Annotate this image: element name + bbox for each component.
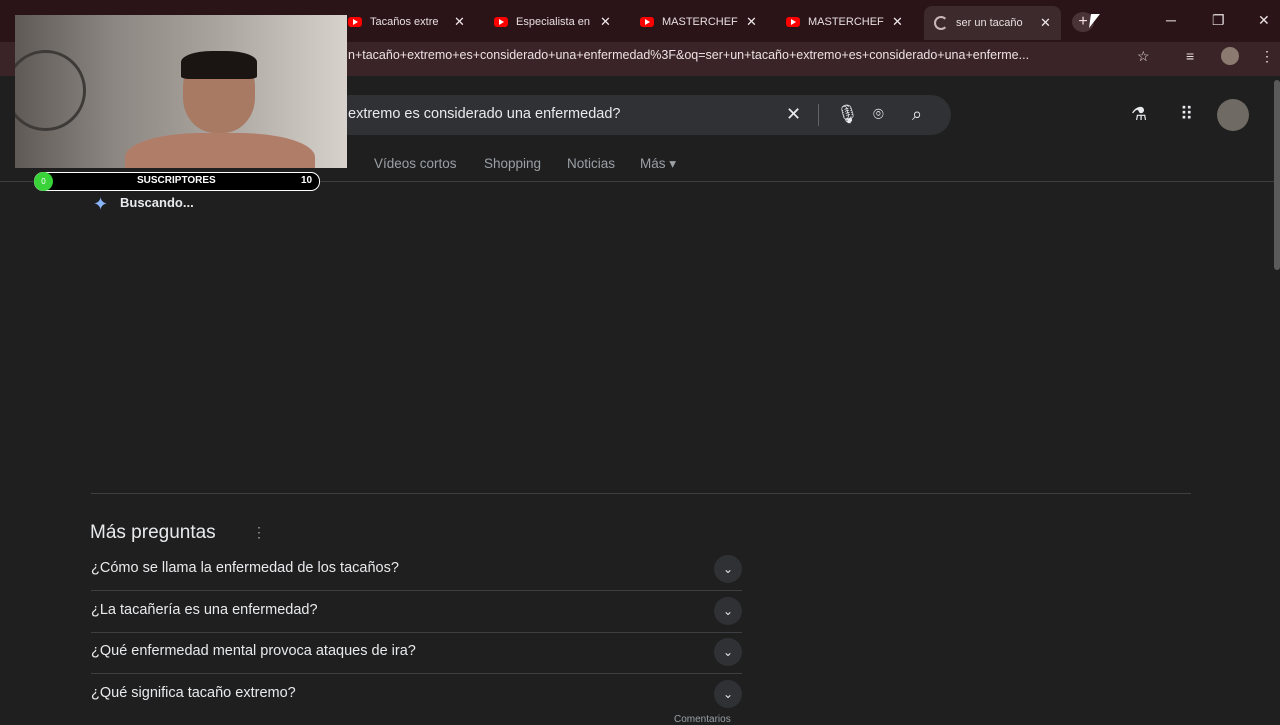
tab-videos-cortos[interactable]: Vídeos cortos — [374, 156, 457, 171]
account-avatar[interactable] — [1217, 99, 1249, 131]
close-window-button[interactable]: ✕ — [1258, 12, 1270, 29]
question-item[interactable]: ¿La tacañería es una enfermedad? ⌄ — [91, 591, 742, 633]
close-tab-icon[interactable]: ✕ — [600, 14, 611, 30]
browser-tab[interactable]: MASTERCHEF ✕ — [786, 10, 903, 34]
labs-flask-icon[interactable]: ⚗ — [1131, 104, 1147, 125]
youtube-icon — [494, 17, 508, 27]
search-icon[interactable]: ⌕ — [912, 104, 922, 125]
section-divider — [91, 493, 1191, 494]
youtube-icon — [640, 17, 654, 27]
tab-shopping[interactable]: Shopping — [484, 156, 541, 171]
minimize-button[interactable]: ─ — [1166, 12, 1176, 28]
loading-spinner-icon — [934, 16, 948, 30]
close-tab-icon[interactable]: ✕ — [1040, 15, 1051, 31]
question-text: ¿La tacañería es una enfermedad? — [91, 602, 318, 618]
apps-grid-icon[interactable]: ⠿ — [1180, 104, 1193, 125]
streamer-headset — [181, 51, 257, 79]
close-tab-icon[interactable]: ✕ — [892, 14, 903, 30]
chevron-down-icon[interactable]: ⌄ — [714, 638, 742, 666]
question-text: ¿Qué significa tacaño extremo? — [91, 685, 296, 701]
lens-camera-icon[interactable]: ⌾ — [873, 104, 884, 125]
close-tab-icon[interactable]: ✕ — [746, 14, 757, 30]
youtube-icon — [786, 17, 800, 27]
browser-tab[interactable]: Especialista en ✕ — [494, 10, 611, 34]
tab-mas[interactable]: Más ▾ — [640, 156, 676, 172]
tab-title: Tacaños extre — [370, 16, 439, 28]
subscriber-progress-dot: 0 — [34, 172, 53, 191]
search-divider — [818, 104, 819, 126]
question-text: ¿Qué enfermedad mental provoca ataques d… — [91, 643, 416, 659]
ai-sparkle-icon: ✦ — [93, 194, 109, 214]
chevron-down-icon[interactable]: ⌄ — [714, 680, 742, 708]
youtube-icon — [348, 17, 362, 27]
browser-tab[interactable]: Tacaños extre ✕ — [348, 10, 465, 34]
more-options-icon[interactable]: ⋮ — [252, 524, 266, 541]
microphone-icon[interactable]: 🎙 — [836, 104, 859, 125]
tab-title: MASTERCHEF — [808, 16, 884, 28]
webcam-overlay — [15, 15, 347, 168]
browser-tab[interactable]: MASTERCHEF ✕ — [640, 10, 757, 34]
browser-menu-icon[interactable]: ⋮ — [1260, 48, 1274, 65]
streamer-figure — [125, 51, 315, 168]
tab-noticias[interactable]: Noticias — [567, 156, 615, 171]
question-item[interactable]: ¿Cómo se llama la enfermedad de los taca… — [91, 549, 742, 591]
media-queue-icon[interactable]: ≡ — [1186, 48, 1194, 64]
streamer-body — [125, 133, 315, 168]
chevron-down-icon[interactable]: ⌄ — [714, 555, 742, 583]
bookmark-star-icon[interactable]: ☆ — [1137, 48, 1150, 65]
restore-button[interactable]: ❐ — [1212, 12, 1225, 29]
clear-search-icon[interactable]: ✕ — [786, 104, 801, 125]
profile-avatar-small[interactable] — [1221, 47, 1239, 65]
tab-title: Especialista en — [516, 16, 590, 28]
ai-overview-status: Buscando... — [120, 195, 194, 210]
question-item[interactable]: ¿Qué enfermedad mental provoca ataques d… — [91, 632, 742, 674]
close-tab-icon[interactable]: ✕ — [454, 14, 465, 30]
subscriber-label: SUSCRIPTORES — [137, 175, 216, 186]
tab-title: ser un tacaño — [956, 17, 1023, 29]
browser-tab-active[interactable]: ser un tacaño ✕ — [924, 6, 1061, 40]
subscriber-count: 10 — [301, 175, 313, 186]
page-scrollbar[interactable] — [1274, 80, 1280, 270]
search-input[interactable]: extremo es considerado una enfermedad? — [348, 106, 620, 122]
question-text: ¿Cómo se llama la enfermedad de los taca… — [91, 560, 399, 576]
url-field[interactable]: n+tacaño+extremo+es+considerado+una+enfe… — [348, 48, 1029, 62]
chevron-down-icon[interactable]: ⌄ — [714, 597, 742, 625]
question-item[interactable]: ¿Qué significa tacaño extremo? ⌄ — [91, 674, 742, 715]
more-questions-title: Más preguntas — [90, 522, 216, 543]
tab-title: MASTERCHEF — [662, 16, 738, 28]
